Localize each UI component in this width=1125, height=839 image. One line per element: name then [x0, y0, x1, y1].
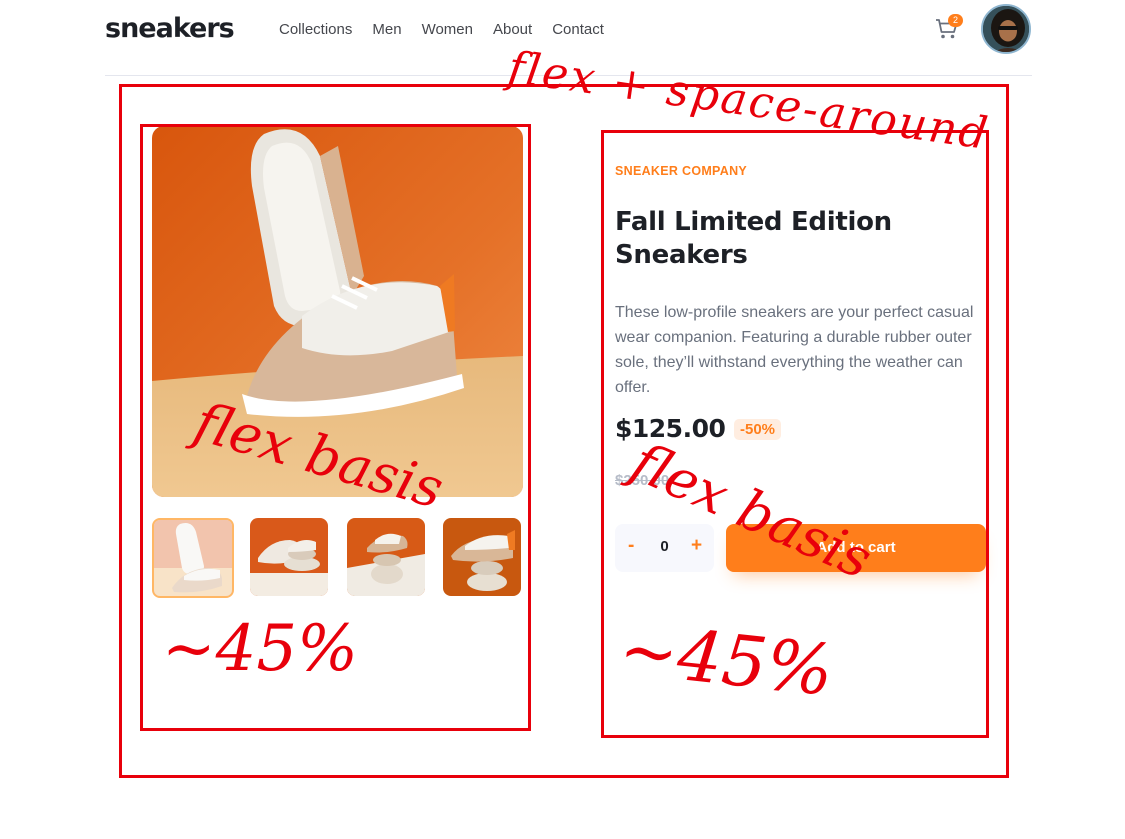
nav-link-contact[interactable]: Contact: [552, 21, 604, 39]
add-to-cart-button[interactable]: Add to cart: [726, 524, 986, 572]
nav-link-women[interactable]: Women: [422, 21, 473, 39]
site-header: sneakers Collections Men Women About Con…: [105, 0, 1032, 76]
cart-button[interactable]: 2: [935, 14, 964, 42]
avatar[interactable]: [981, 4, 1031, 54]
original-price: $250.00: [615, 472, 670, 489]
thumbnail-1[interactable]: [152, 518, 234, 598]
current-price: $125.00: [615, 414, 726, 443]
product-main-image[interactable]: [152, 126, 523, 497]
thumbnail-2[interactable]: [250, 518, 328, 596]
logo[interactable]: sneakers: [105, 13, 235, 44]
nav-link-men[interactable]: Men: [372, 21, 401, 39]
quantity-increase-button[interactable]: +: [691, 536, 702, 556]
thumbnail-3[interactable]: [347, 518, 425, 596]
quantity-stepper: - 0 +: [615, 524, 714, 572]
add-to-cart-label: Add to cart: [816, 539, 896, 556]
discount-badge: -50%: [734, 419, 782, 440]
annotation-percent-left: ~45%: [162, 612, 358, 686]
thumbnail-4[interactable]: [443, 518, 521, 596]
nav-link-collections[interactable]: Collections: [279, 21, 352, 39]
product-title: Fall Limited Edition Sneakers: [615, 207, 892, 270]
company-label: SNEAKER COMPANY: [615, 164, 748, 178]
annotation-percent-right: ~45%: [615, 608, 838, 712]
cart-count-badge: 2: [948, 14, 964, 27]
product-description: These low-profile sneakers are your perf…: [615, 304, 974, 396]
thumbnail-strip: [152, 518, 523, 598]
nav-link-about[interactable]: About: [493, 21, 532, 39]
main-nav: Collections Men Women About Contact: [279, 21, 624, 39]
